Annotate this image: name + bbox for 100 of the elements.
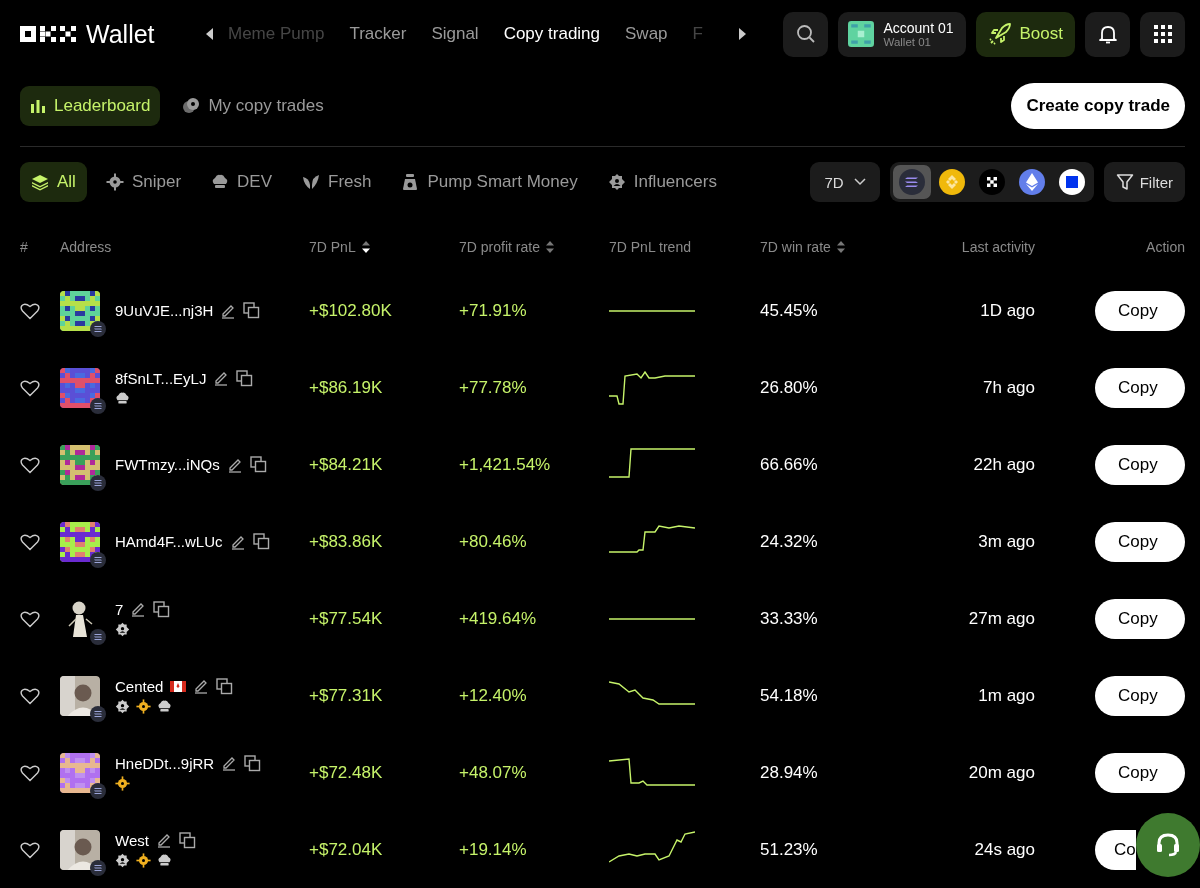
copy-button[interactable]: Copy [1095,290,1185,331]
wallet-name[interactable]: 9UuVJE...nj3H [115,302,214,319]
apps-menu-button[interactable] [1140,11,1185,57]
copy-button[interactable]: Co [1095,829,1136,870]
copy-icon[interactable] [178,831,196,849]
pnl-value: +$77.31K [309,685,383,705]
win-rate-value: 28.94% [760,762,818,782]
edit-icon[interactable] [155,832,172,848]
heart-icon[interactable] [20,763,40,782]
period-dropdown[interactable]: 7D [810,162,880,202]
view-tab[interactable]: My copy trades [172,86,334,126]
last-activity: 3m ago [978,531,1035,552]
view-tab[interactable]: Leaderboard [20,86,161,126]
solana-chain-button[interactable] [892,165,931,199]
boost-button[interactable]: Boost [975,11,1075,57]
copy-button[interactable]: Copy [1095,675,1185,716]
search-button[interactable] [783,11,829,57]
pnl-value: +$86.19K [309,377,383,397]
pnl-value: +$72.04K [309,839,383,859]
edit-icon[interactable] [130,601,147,617]
heart-icon[interactable] [20,686,40,705]
copy-icon[interactable] [249,456,267,473]
profit-rate-value: +19.14% [459,839,527,859]
category-tab[interactable]: Sniper [94,162,193,202]
column-header: 7D win rate [760,239,831,255]
copy-icon[interactable] [244,754,262,772]
wallet-name[interactable]: 7 [115,600,124,618]
copy-icon[interactable] [216,677,234,695]
copy-button[interactable]: Copy [1095,444,1185,485]
nav-tab[interactable]: Tracker [349,24,407,44]
category-tab[interactable]: All [20,162,87,202]
last-activity: 1m ago [978,685,1035,706]
copy-icon[interactable] [153,600,171,618]
win-rate-value: 51.23% [760,839,818,859]
solana-badge-icon [90,705,106,722]
pnl-value: +$84.21K [309,454,383,474]
category-tab[interactable]: DEV [200,162,283,202]
leaf-icon [302,173,320,191]
win-rate-value: 24.32% [760,531,818,551]
profit-rate-value: +71.91% [459,300,527,320]
money-bag-icon [401,173,420,191]
search-icon [795,24,816,44]
wallet-name[interactable]: West [115,831,149,849]
last-activity: 24s ago [974,839,1035,860]
solana-badge-icon [90,320,106,337]
profit-rate-value: +80.46% [459,531,527,551]
heart-icon[interactable] [20,840,40,859]
last-activity: 7h ago [983,377,1035,398]
column-header: # [20,239,28,255]
solana-badge-icon [90,628,106,645]
heart-icon[interactable] [20,532,40,551]
wallet-name[interactable]: FWTmzy...iNQs [115,456,220,473]
rocket-icon [987,22,1012,46]
heart-icon[interactable] [20,301,40,320]
scroll-left-icon[interactable] [206,28,214,40]
create-copy-trade-button[interactable]: Create copy trade [1011,83,1185,129]
nav-tab[interactable]: Copy trading [503,24,601,44]
pnl-value: +$77.54K [309,608,383,628]
support-button[interactable] [1136,813,1200,877]
solana-badge-icon [90,474,106,491]
sort-icon[interactable] [361,241,370,253]
filter-button[interactable]: Filter [1103,162,1185,202]
copy-icon[interactable] [236,369,254,387]
last-activity: 22h ago [973,454,1035,475]
category-tab[interactable]: Influencers [596,162,728,202]
last-activity: 20m ago [968,762,1035,783]
win-rate-value: 54.18% [760,685,818,705]
pnl-value: +$72.48K [309,762,383,782]
solana-badge-icon [90,397,106,414]
profit-rate-value: +12.40% [459,685,527,705]
wallet-name[interactable]: Cented [115,677,164,695]
copy-icon[interactable] [252,533,270,550]
heart-icon[interactable] [20,455,40,474]
copy-button[interactable]: Copy [1095,598,1185,639]
copy-button[interactable]: Copy [1095,521,1185,562]
copy-button[interactable]: Copy [1095,752,1185,793]
chevron-down-icon [853,178,866,186]
heart-icon[interactable] [20,378,40,397]
notifications-button[interactable] [1085,11,1130,57]
edit-icon[interactable] [193,678,210,694]
category-tab[interactable]: Pump Smart Money [390,162,589,202]
copy-icon[interactable] [243,302,261,319]
profit-rate-value: +77.78% [459,377,527,397]
nav-tab[interactable]: Signal [431,24,479,44]
logo-icon [20,26,76,42]
account-button[interactable]: Account 01 Wallet 01 [838,11,966,57]
edit-icon[interactable] [221,755,238,771]
edit-icon[interactable] [213,370,230,386]
copy-button[interactable]: Copy [1095,367,1185,408]
category-tab[interactable]: Fresh [291,162,383,202]
coins-icon [182,97,201,115]
wallet-name[interactable]: HAmd4F...wLUc [115,533,223,550]
wallet-name[interactable]: 8fSnLT...EyLJ [115,369,207,387]
bell-icon [1096,23,1119,45]
wallet-name[interactable]: HneDDt...9jRR [115,754,215,772]
heart-icon[interactable] [20,609,40,628]
nav-tab[interactable]: Swap [625,24,668,44]
win-rate-value: 33.33% [760,608,818,628]
column-header: Address [60,239,112,255]
scroll-right-icon[interactable] [738,28,746,40]
